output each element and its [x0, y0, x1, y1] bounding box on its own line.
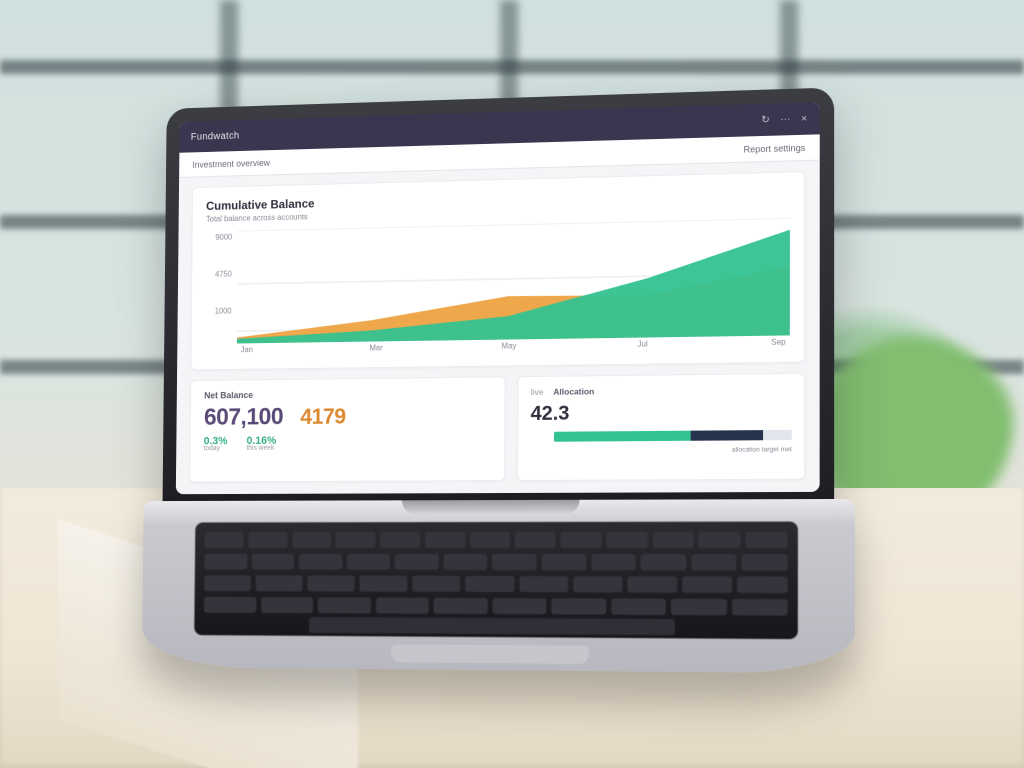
scene-backdrop: Fundwatch ↻ ⋯ × Investment overview Repo… [0, 0, 1024, 768]
net-balance-card: Net Balance 607,100 4179 0.3% today [189, 377, 506, 483]
trackpad-icon [391, 644, 589, 664]
delta-secondary: 0.16% this week [246, 435, 276, 452]
report-settings-link[interactable]: Report settings [743, 142, 805, 154]
allocation-pill: live [531, 387, 544, 397]
allocation-card: live Allocation 42.3 a [517, 373, 805, 481]
breadcrumb: Investment overview [192, 157, 270, 169]
chart-plot: JanMarMayJulSep [237, 218, 790, 361]
delta-primary: 0.3% today [204, 436, 228, 453]
net-balance-label: Net Balance [204, 388, 491, 401]
close-icon[interactable]: × [801, 113, 807, 124]
more-icon[interactable]: ⋯ [780, 114, 791, 125]
brand-label: Fundwatch [191, 130, 240, 142]
allocation-bar-row [530, 430, 791, 442]
chart-y-axis: 900047501000 [205, 231, 238, 362]
net-balance-secondary: 4179 [300, 404, 345, 430]
net-balance-primary: 607,100 [204, 404, 283, 432]
allocation-header: Allocation [553, 387, 594, 397]
laptop-lid: Fundwatch ↻ ⋯ × Investment overview Repo… [162, 87, 834, 515]
allocation-progress [554, 430, 791, 442]
keyboard-icon [194, 522, 798, 640]
allocation-value: 42.3 [531, 401, 792, 427]
laptop-base [142, 499, 855, 674]
dashboard-screen: Fundwatch ↻ ⋯ × Investment overview Repo… [176, 102, 820, 494]
chart-card: Cumulative Balance Total balance across … [190, 171, 805, 371]
allocation-bar-right-label: allocation target met [732, 447, 792, 455]
laptop: Fundwatch ↻ ⋯ × Investment overview Repo… [161, 87, 834, 657]
refresh-icon[interactable]: ↻ [761, 114, 770, 125]
